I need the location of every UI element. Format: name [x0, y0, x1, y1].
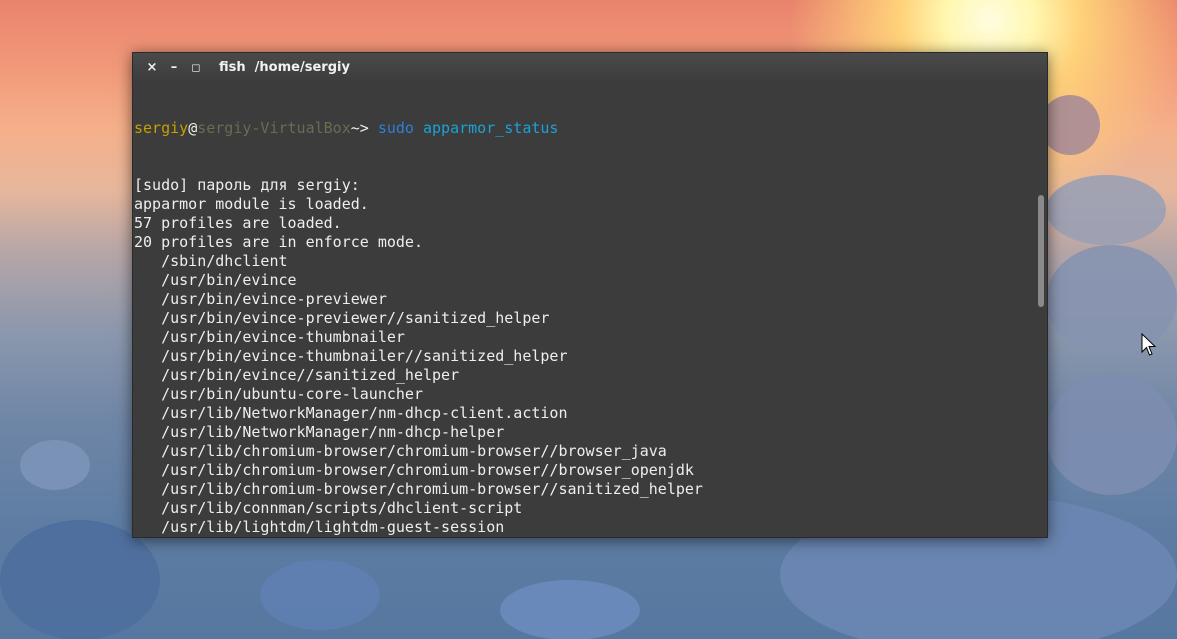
output-line: [sudo] пароль для sergiy:: [134, 176, 360, 194]
window-titlebar[interactable]: × – ◻ fish /home/sergiy: [133, 53, 1047, 81]
close-icon[interactable]: ×: [141, 57, 163, 77]
wallpaper-stone: [1046, 375, 1177, 495]
prompt-argument: apparmor_status: [423, 119, 559, 137]
wallpaper-stone: [1046, 245, 1177, 355]
output-line: /usr/lib/chromium-browser/chromium-brows…: [134, 442, 667, 460]
output-line: 57 profiles are loaded.: [134, 214, 342, 232]
scrollbar-thumb[interactable]: [1038, 195, 1044, 307]
output-line: 20 profiles are in enforce mode.: [134, 233, 423, 251]
output-line: /usr/lib/lightdm/lightdm-guest-session: [134, 518, 505, 536]
window-title: fish /home/sergiy: [219, 59, 350, 75]
terminal-output[interactable]: sergiy@sergiy-VirtualBox~> sudo apparmor…: [133, 81, 1033, 537]
prompt-user: sergiy: [134, 119, 189, 137]
minimize-icon[interactable]: –: [163, 57, 185, 77]
prompt-command: sudo: [377, 119, 414, 137]
output-line: /usr/lib/connman/scripts/dhclient-script: [134, 499, 523, 517]
wallpaper-stone: [1046, 175, 1166, 245]
maximize-icon[interactable]: ◻: [185, 57, 207, 77]
output-line: /usr/lib/NetworkManager/nm-dhcp-client.a…: [134, 404, 568, 422]
output-line: /usr/lib/chromium-browser/chromium-brows…: [134, 480, 703, 498]
output-line: /usr/bin/ubuntu-core-launcher: [134, 385, 423, 403]
output-line: /usr/bin/evince-thumbnailer: [134, 328, 405, 346]
terminal-scrollbar[interactable]: [1035, 81, 1047, 537]
output-line: apparmor module is loaded.: [134, 195, 369, 213]
wallpaper-stone: [500, 580, 640, 639]
prompt-line: sergiy@sergiy-VirtualBox~> sudo apparmor…: [134, 119, 1033, 138]
output-line: /usr/lib/lightdm/lightdm-guest-session//…: [134, 537, 1033, 538]
output-line: /usr/bin/evince-thumbnailer//sanitized_h…: [134, 347, 568, 365]
output-line: /usr/bin/evince-previewer//sanitized_hel…: [134, 309, 550, 327]
output-line: /usr/bin/evince//sanitized_helper: [134, 366, 460, 384]
terminal-window: × – ◻ fish /home/sergiy sergiy@sergiy-Vi…: [132, 52, 1048, 538]
wallpaper-stone: [20, 440, 90, 490]
output-line: /usr/bin/evince-previewer: [134, 290, 387, 308]
mouse-pointer-icon: [1141, 333, 1157, 356]
output-line: /usr/lib/chromium-browser/chromium-brows…: [134, 461, 694, 479]
output-line: /sbin/dhclient: [134, 252, 288, 270]
wallpaper-stone: [1040, 95, 1100, 155]
wallpaper-stone: [260, 560, 380, 630]
output-line: /usr/bin/evince: [134, 271, 297, 289]
prompt-at: @: [188, 119, 198, 137]
prompt-symbol: >: [359, 119, 378, 137]
prompt-cwd: ~: [350, 119, 360, 137]
prompt-host: sergiy-VirtualBox: [197, 119, 351, 137]
output-line: /usr/lib/NetworkManager/nm-dhcp-helper: [134, 423, 505, 441]
